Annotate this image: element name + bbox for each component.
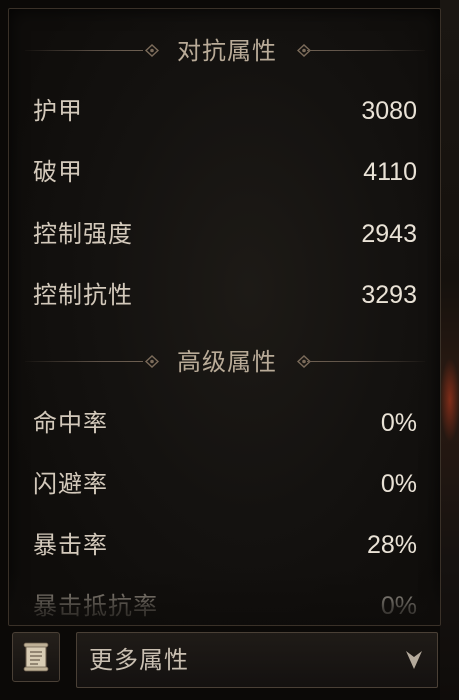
stat-row-control-strength: 控制强度 2943 (33, 216, 417, 252)
dropdown-label: 更多属性 (89, 646, 189, 674)
stat-value: 3293 (361, 281, 417, 309)
background-scene (440, 0, 459, 700)
stat-value: 2943 (361, 220, 417, 248)
stat-value: 0% (380, 592, 417, 620)
footer-bar: 更多属性 (0, 628, 440, 700)
stat-row-hit-rate: 命中率 0% (33, 405, 417, 441)
stat-row-armor-break: 破甲 4110 (33, 154, 417, 190)
stat-row-crit-rate: 暴击率 28% (33, 527, 417, 563)
scroll-button[interactable] (12, 632, 60, 682)
attributes-panel: 对抗属性 护甲 3080 破甲 4110 控制强度 2943 控制抗性 3293… (8, 8, 441, 626)
section-header-resistance: 对抗属性 (25, 36, 425, 66)
stat-label: 闪避率 (33, 470, 108, 498)
ornament-icon (145, 355, 159, 368)
stat-row-control-resist: 控制抗性 3293 (33, 277, 417, 313)
stat-row-armor: 护甲 3080 (33, 93, 417, 129)
stat-row-dodge-rate: 闪避率 0% (33, 466, 417, 502)
stat-label: 护甲 (33, 97, 83, 125)
stat-label: 控制抗性 (33, 281, 133, 309)
more-attributes-dropdown[interactable]: 更多属性 (76, 632, 438, 688)
stat-label: 暴击抵抗率 (33, 592, 158, 620)
scroll-icon (23, 642, 49, 672)
divider-line (25, 50, 143, 51)
stat-value: 28% (366, 531, 417, 559)
section-header-advanced: 高级属性 (25, 347, 425, 377)
stat-value: 4110 (363, 158, 417, 186)
ornament-icon (145, 44, 159, 57)
stat-value: 0% (380, 470, 417, 498)
divider-line (307, 50, 425, 51)
stat-value: 0% (380, 409, 417, 437)
stat-label: 控制强度 (33, 220, 133, 248)
stat-label: 破甲 (33, 158, 83, 186)
chevron-down-icon (406, 651, 422, 669)
divider-line (307, 361, 425, 362)
section-title: 高级属性 (177, 348, 277, 376)
stat-value: 3080 (361, 97, 417, 125)
stat-label: 暴击率 (33, 531, 108, 559)
stat-row-crit-resist-rate: 暴击抵抗率 0% (33, 588, 417, 624)
divider-line (25, 361, 143, 362)
section-title: 对抗属性 (177, 37, 277, 65)
stat-label: 命中率 (33, 409, 108, 437)
